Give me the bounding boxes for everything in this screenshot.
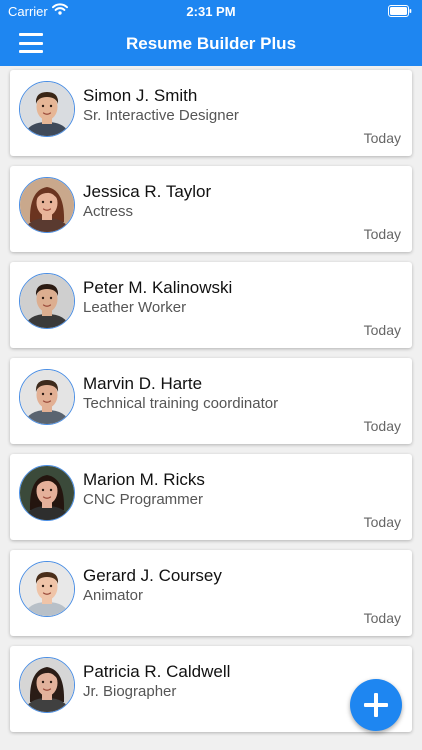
resume-name: Patricia R. Caldwell [83,662,231,681]
resume-job-title: Jr. Biographer [83,683,177,700]
resume-name: Gerard J. Coursey [83,566,222,585]
resume-job-title: CNC Programmer [83,491,204,508]
resume-date: Today [363,130,401,146]
add-resume-button[interactable] [350,679,402,731]
resume-name: Marion M. Ricks [83,470,205,489]
resume-card[interactable]: Marvin D. Harte Technical training coordi… [10,358,412,444]
resume-list: Simon J. Smith Sr. Interactive Designer To… [0,66,422,750]
resume-date: Today [363,226,401,242]
navigation-bar: Resume Builder Plus [0,22,422,66]
resume-job-title: Animator [83,587,144,604]
battery-icon [388,5,412,20]
status-bar: Carrier 2:31 PM [0,0,422,22]
resume-card[interactable]: Patricia R. Caldwell Jr. Biographer [10,646,412,732]
resume-date: Today [363,610,401,626]
page-title: Resume Builder Plus [125,34,297,53]
resume-name: Jessica R. Taylor [83,182,212,201]
avatar [19,657,75,713]
resume-date: Today [363,514,401,530]
resume-job-title: Leather Worker [83,299,187,316]
avatar [19,465,75,521]
avatar [19,561,75,617]
status-time: 2:31 PM [186,4,236,19]
resume-date: Today [363,418,401,434]
resume-job-title: Actress [83,203,134,220]
app-header: Carrier 2:31 PM Resume Builder Plus [0,0,422,66]
resume-name: Marvin D. Harte [83,374,203,393]
resume-job-title: Sr. Interactive Designer [83,107,239,124]
avatar [19,81,75,137]
resume-card[interactable]: Marion M. Ricks CNC Programmer Today [10,454,412,540]
resume-card[interactable]: Jessica R. Taylor Actress Today [10,166,412,252]
resume-card[interactable]: Simon J. Smith Sr. Interactive Designer To… [10,70,412,156]
resume-card[interactable]: Peter M. Kalinowski Leather Worker Today [10,262,412,348]
resume-card[interactable]: Gerard J. Coursey Animator Today [10,550,412,636]
resume-job-title: Technical training coordinator [83,395,279,412]
resume-name: Simon J. Smith [83,86,198,105]
resume-name: Peter M. Kalinowski [83,278,233,297]
plus-icon [364,693,388,717]
avatar [19,177,75,233]
resume-date: Today [363,322,401,338]
avatar [19,369,75,425]
avatar [19,273,75,329]
